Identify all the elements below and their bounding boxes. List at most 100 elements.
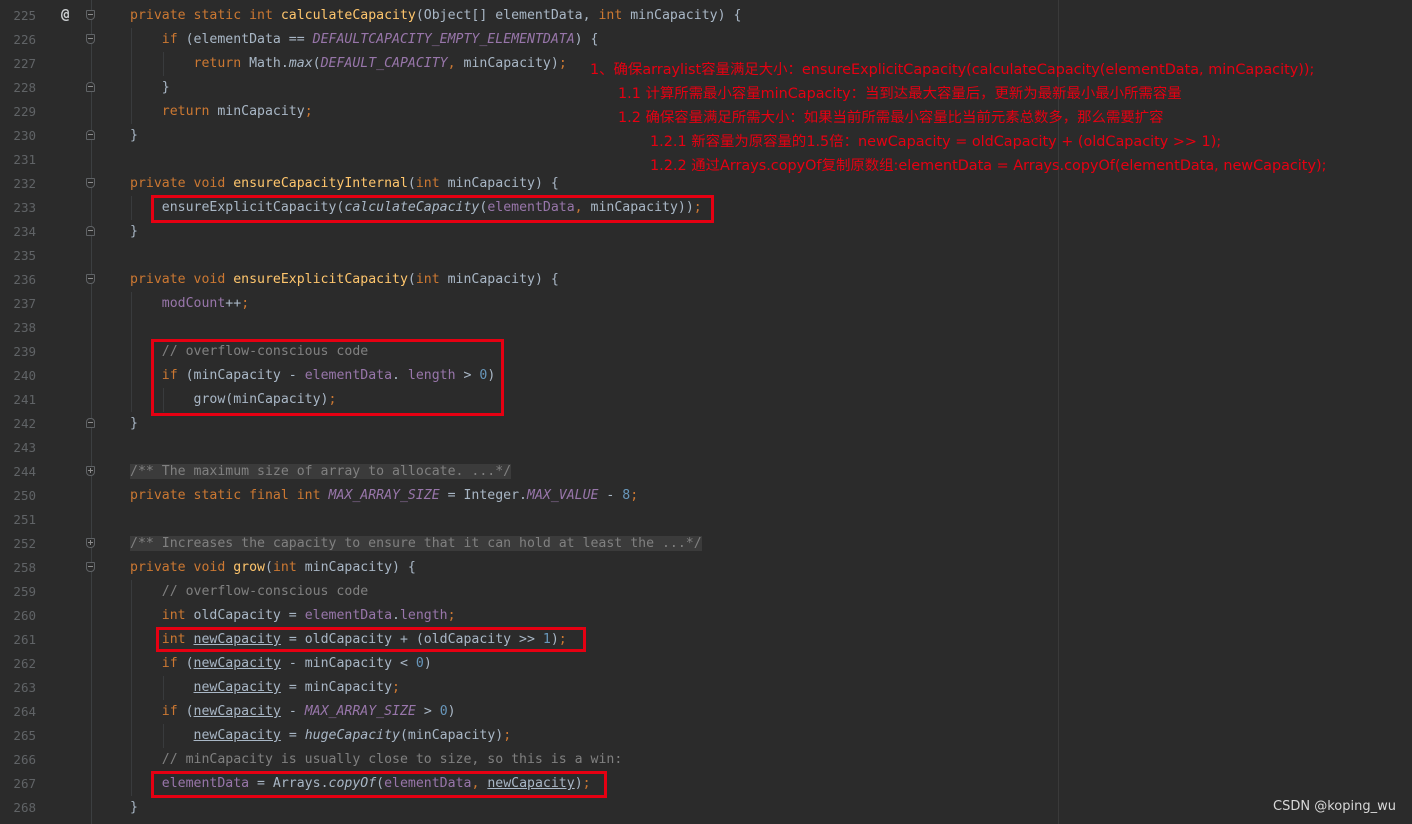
line-number[interactable]: 226	[0, 28, 36, 52]
fold-collapse-icon[interactable]	[86, 562, 95, 572]
code-line[interactable]: 225 private static int calculateCapacity(…	[0, 4, 1412, 28]
code-line[interactable]: 262 if (newCapacity - minCapacity < 0)	[0, 652, 1412, 676]
line-number[interactable]: 237	[0, 292, 36, 316]
code-text[interactable]: private void ensureCapacityInternal(int …	[130, 172, 559, 196]
line-number[interactable]: 266	[0, 748, 36, 772]
code-text[interactable]: elementData = Arrays.copyOf(elementData,…	[130, 772, 591, 796]
code-line[interactable]: 237 modCount++;	[0, 292, 1412, 316]
code-text[interactable]: private static final int MAX_ARRAY_SIZE …	[130, 484, 638, 508]
code-line[interactable]: 242}	[0, 412, 1412, 436]
line-number[interactable]: 258	[0, 556, 36, 580]
line-number[interactable]: 259	[0, 580, 36, 604]
code-line[interactable]: 258 private void grow(int minCapacity) {	[0, 556, 1412, 580]
code-line[interactable]: 251	[0, 508, 1412, 532]
line-number[interactable]: 228	[0, 76, 36, 100]
code-line[interactable]: 268}	[0, 796, 1412, 820]
code-text[interactable]: if (elementData == DEFAULTCAPACITY_EMPTY…	[130, 28, 599, 52]
code-line[interactable]: 241 grow(minCapacity);	[0, 388, 1412, 412]
code-line[interactable]: 240 if (minCapacity - elementData. lengt…	[0, 364, 1412, 388]
line-number[interactable]: 227	[0, 52, 36, 76]
line-number[interactable]: 229	[0, 100, 36, 124]
code-text[interactable]: if (newCapacity - minCapacity < 0)	[130, 652, 432, 676]
code-text[interactable]: /** The maximum size of array to allocat…	[130, 460, 512, 484]
fold-expand-icon[interactable]	[86, 538, 95, 548]
code-line[interactable]: 250 private static final int MAX_ARRAY_SI…	[0, 484, 1412, 508]
line-number[interactable]: 260	[0, 604, 36, 628]
code-line[interactable]: 263 newCapacity = minCapacity;	[0, 676, 1412, 700]
code-line[interactable]: 234}	[0, 220, 1412, 244]
line-number[interactable]: 265	[0, 724, 36, 748]
line-number[interactable]: 234	[0, 220, 36, 244]
code-text[interactable]: return minCapacity;	[130, 100, 313, 124]
line-number[interactable]: 242	[0, 412, 36, 436]
code-line[interactable]: 266 // minCapacity is usually close to s…	[0, 748, 1412, 772]
code-text[interactable]: int oldCapacity = elementData.length;	[130, 604, 456, 628]
override-method-icon[interactable]: @	[61, 4, 69, 28]
code-line[interactable]: 235	[0, 244, 1412, 268]
line-number[interactable]: 230	[0, 124, 36, 148]
code-line[interactable]: 233 ensureExplicitCapacity(calculateCapa…	[0, 196, 1412, 220]
line-number[interactable]: 243	[0, 436, 36, 460]
fold-collapse-icon[interactable]	[86, 274, 95, 284]
code-text[interactable]: modCount++;	[130, 292, 249, 316]
code-text[interactable]: }	[130, 412, 138, 436]
line-number[interactable]: 232	[0, 172, 36, 196]
fold-collapse-icon[interactable]	[86, 82, 95, 92]
line-number[interactable]: 251	[0, 508, 36, 532]
code-text[interactable]: return Math.max(DEFAULT_CAPACITY, minCap…	[130, 52, 567, 76]
code-editor[interactable]: 225 private static int calculateCapacity(…	[0, 0, 1412, 824]
code-text[interactable]: // minCapacity is usually close to size,…	[130, 748, 623, 772]
code-line[interactable]: 264 if (newCapacity - MAX_ARRAY_SIZE > 0…	[0, 700, 1412, 724]
code-text[interactable]: // overflow-conscious code	[130, 340, 368, 364]
line-number[interactable]: 268	[0, 796, 36, 820]
code-line[interactable]: 260 int oldCapacity = elementData.length…	[0, 604, 1412, 628]
fold-expand-icon[interactable]	[86, 466, 95, 476]
code-line[interactable]: 244 /** The maximum size of array to allo…	[0, 460, 1412, 484]
line-number[interactable]: 238	[0, 316, 36, 340]
code-text[interactable]: ensureExplicitCapacity(calculateCapacity…	[130, 196, 702, 220]
code-line[interactable]: 238	[0, 316, 1412, 340]
code-text[interactable]: /** Increases the capacity to ensure tha…	[130, 532, 702, 556]
code-line[interactable]: 236 private void ensureExplicitCapacity(i…	[0, 268, 1412, 292]
code-text[interactable]: int newCapacity = oldCapacity + (oldCapa…	[130, 628, 567, 652]
fold-collapse-icon[interactable]	[86, 418, 95, 428]
code-text[interactable]: private void ensureExplicitCapacity(int …	[130, 268, 559, 292]
code-text[interactable]: private void grow(int minCapacity) {	[130, 556, 416, 580]
code-line[interactable]: 252 /** Increases the capacity to ensure …	[0, 532, 1412, 556]
code-text[interactable]: newCapacity = minCapacity;	[130, 676, 400, 700]
code-text[interactable]: private static int calculateCapacity(Obj…	[130, 4, 741, 28]
code-text[interactable]: newCapacity = hugeCapacity(minCapacity);	[130, 724, 512, 748]
code-line[interactable]: 261 int newCapacity = oldCapacity + (old…	[0, 628, 1412, 652]
line-number[interactable]: 263	[0, 676, 36, 700]
line-number[interactable]: 239	[0, 340, 36, 364]
line-number[interactable]: 240	[0, 364, 36, 388]
line-number[interactable]: 236	[0, 268, 36, 292]
fold-collapse-icon[interactable]	[86, 34, 95, 44]
code-text[interactable]: // overflow-conscious code	[130, 580, 368, 604]
fold-collapse-icon[interactable]	[86, 178, 95, 188]
code-line[interactable]: 259 // overflow-conscious code	[0, 580, 1412, 604]
line-number[interactable]: 262	[0, 652, 36, 676]
line-number[interactable]: 235	[0, 244, 36, 268]
code-line[interactable]: 239 // overflow-conscious code	[0, 340, 1412, 364]
line-number[interactable]: 264	[0, 700, 36, 724]
code-text[interactable]: if (newCapacity - MAX_ARRAY_SIZE > 0)	[130, 700, 456, 724]
code-line[interactable]: 226 if (elementData == DEFAULTCAPACITY_E…	[0, 28, 1412, 52]
code-text[interactable]: grow(minCapacity);	[130, 388, 337, 412]
line-number[interactable]: 231	[0, 148, 36, 172]
line-number[interactable]: 244	[0, 460, 36, 484]
code-text[interactable]: }	[130, 220, 138, 244]
code-text[interactable]: }	[130, 124, 138, 148]
code-line[interactable]: 267 elementData = Arrays.copyOf(elementD…	[0, 772, 1412, 796]
code-line[interactable]: 265 newCapacity = hugeCapacity(minCapaci…	[0, 724, 1412, 748]
line-number[interactable]: 267	[0, 772, 36, 796]
line-number[interactable]: 233	[0, 196, 36, 220]
fold-collapse-icon[interactable]	[86, 10, 95, 20]
line-number[interactable]: 241	[0, 388, 36, 412]
code-line[interactable]: 243	[0, 436, 1412, 460]
line-number[interactable]: 261	[0, 628, 36, 652]
code-text[interactable]: }	[130, 76, 170, 100]
line-number[interactable]: 225	[0, 4, 36, 28]
fold-collapse-icon[interactable]	[86, 226, 95, 236]
line-number[interactable]: 250	[0, 484, 36, 508]
